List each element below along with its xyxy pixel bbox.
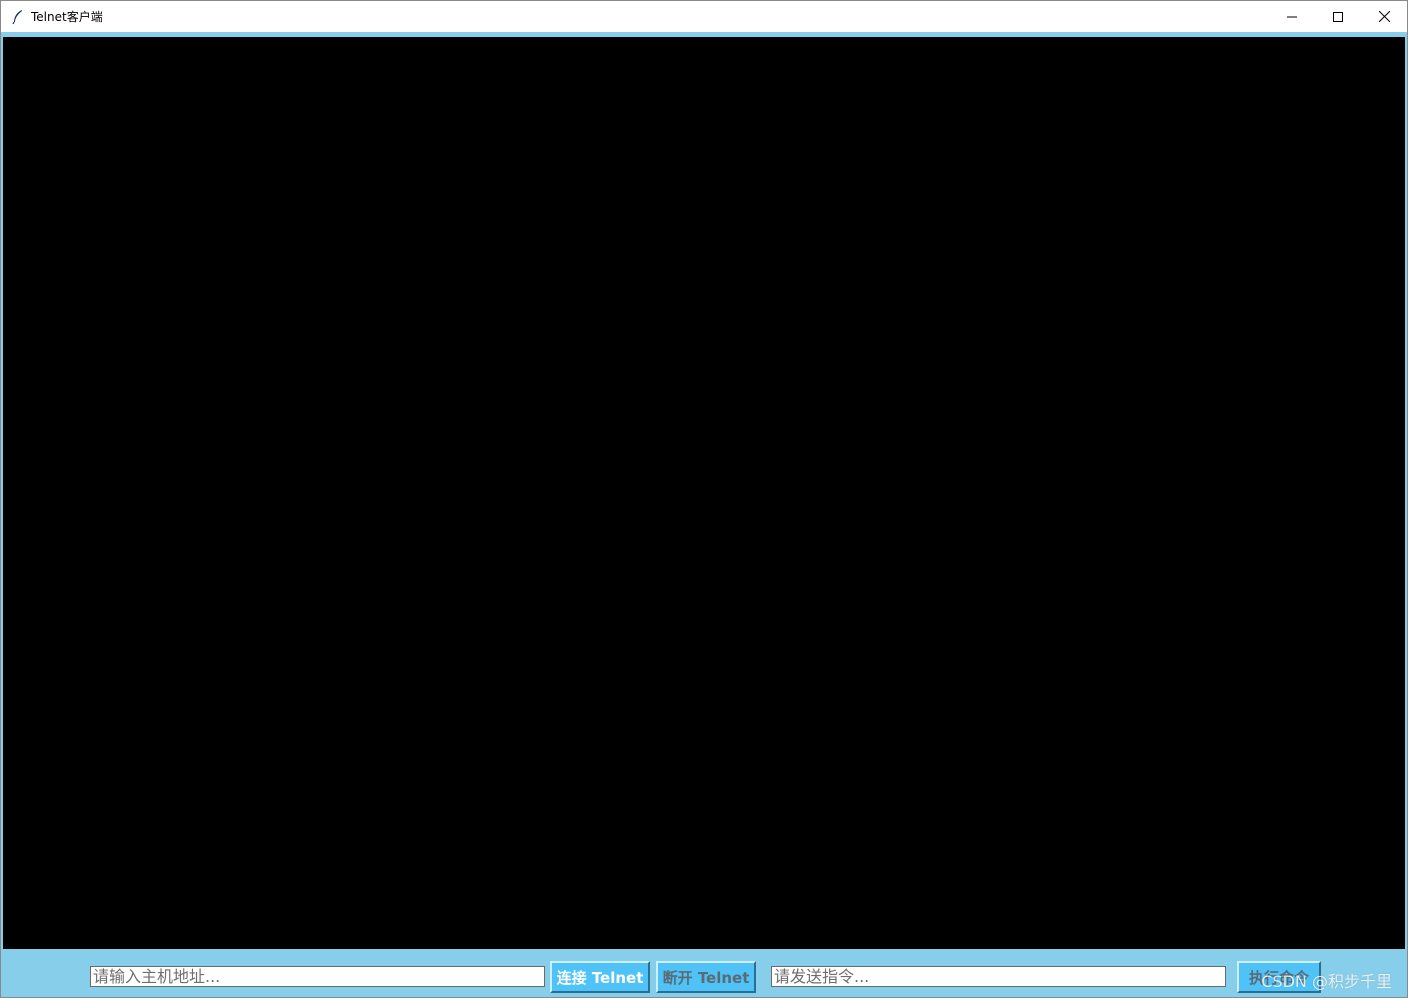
host-input[interactable] bbox=[90, 966, 545, 987]
bottom-toolbar: 连接 Telnet 断开 Telnet 执行命令 bbox=[1, 949, 1407, 997]
close-icon bbox=[1378, 11, 1390, 22]
maximize-icon bbox=[1333, 11, 1343, 22]
close-button[interactable] bbox=[1361, 1, 1407, 32]
window-title: Telnet客户端 bbox=[31, 10, 103, 24]
app-window: Telnet客户端 连接 Telnet 断开 bbox=[0, 0, 1408, 998]
connect-telnet-button[interactable]: 连接 Telnet bbox=[550, 961, 650, 993]
minimize-button[interactable] bbox=[1269, 1, 1315, 32]
minimize-icon bbox=[1287, 16, 1297, 17]
command-input[interactable] bbox=[771, 966, 1226, 987]
title-bar[interactable]: Telnet客户端 bbox=[1, 1, 1407, 32]
execute-command-button[interactable]: 执行命令 bbox=[1237, 961, 1321, 993]
feather-icon bbox=[10, 9, 26, 25]
terminal-output[interactable] bbox=[3, 37, 1405, 949]
disconnect-telnet-button[interactable]: 断开 Telnet bbox=[656, 961, 756, 993]
window-controls bbox=[1269, 1, 1407, 32]
maximize-button[interactable] bbox=[1315, 1, 1361, 32]
